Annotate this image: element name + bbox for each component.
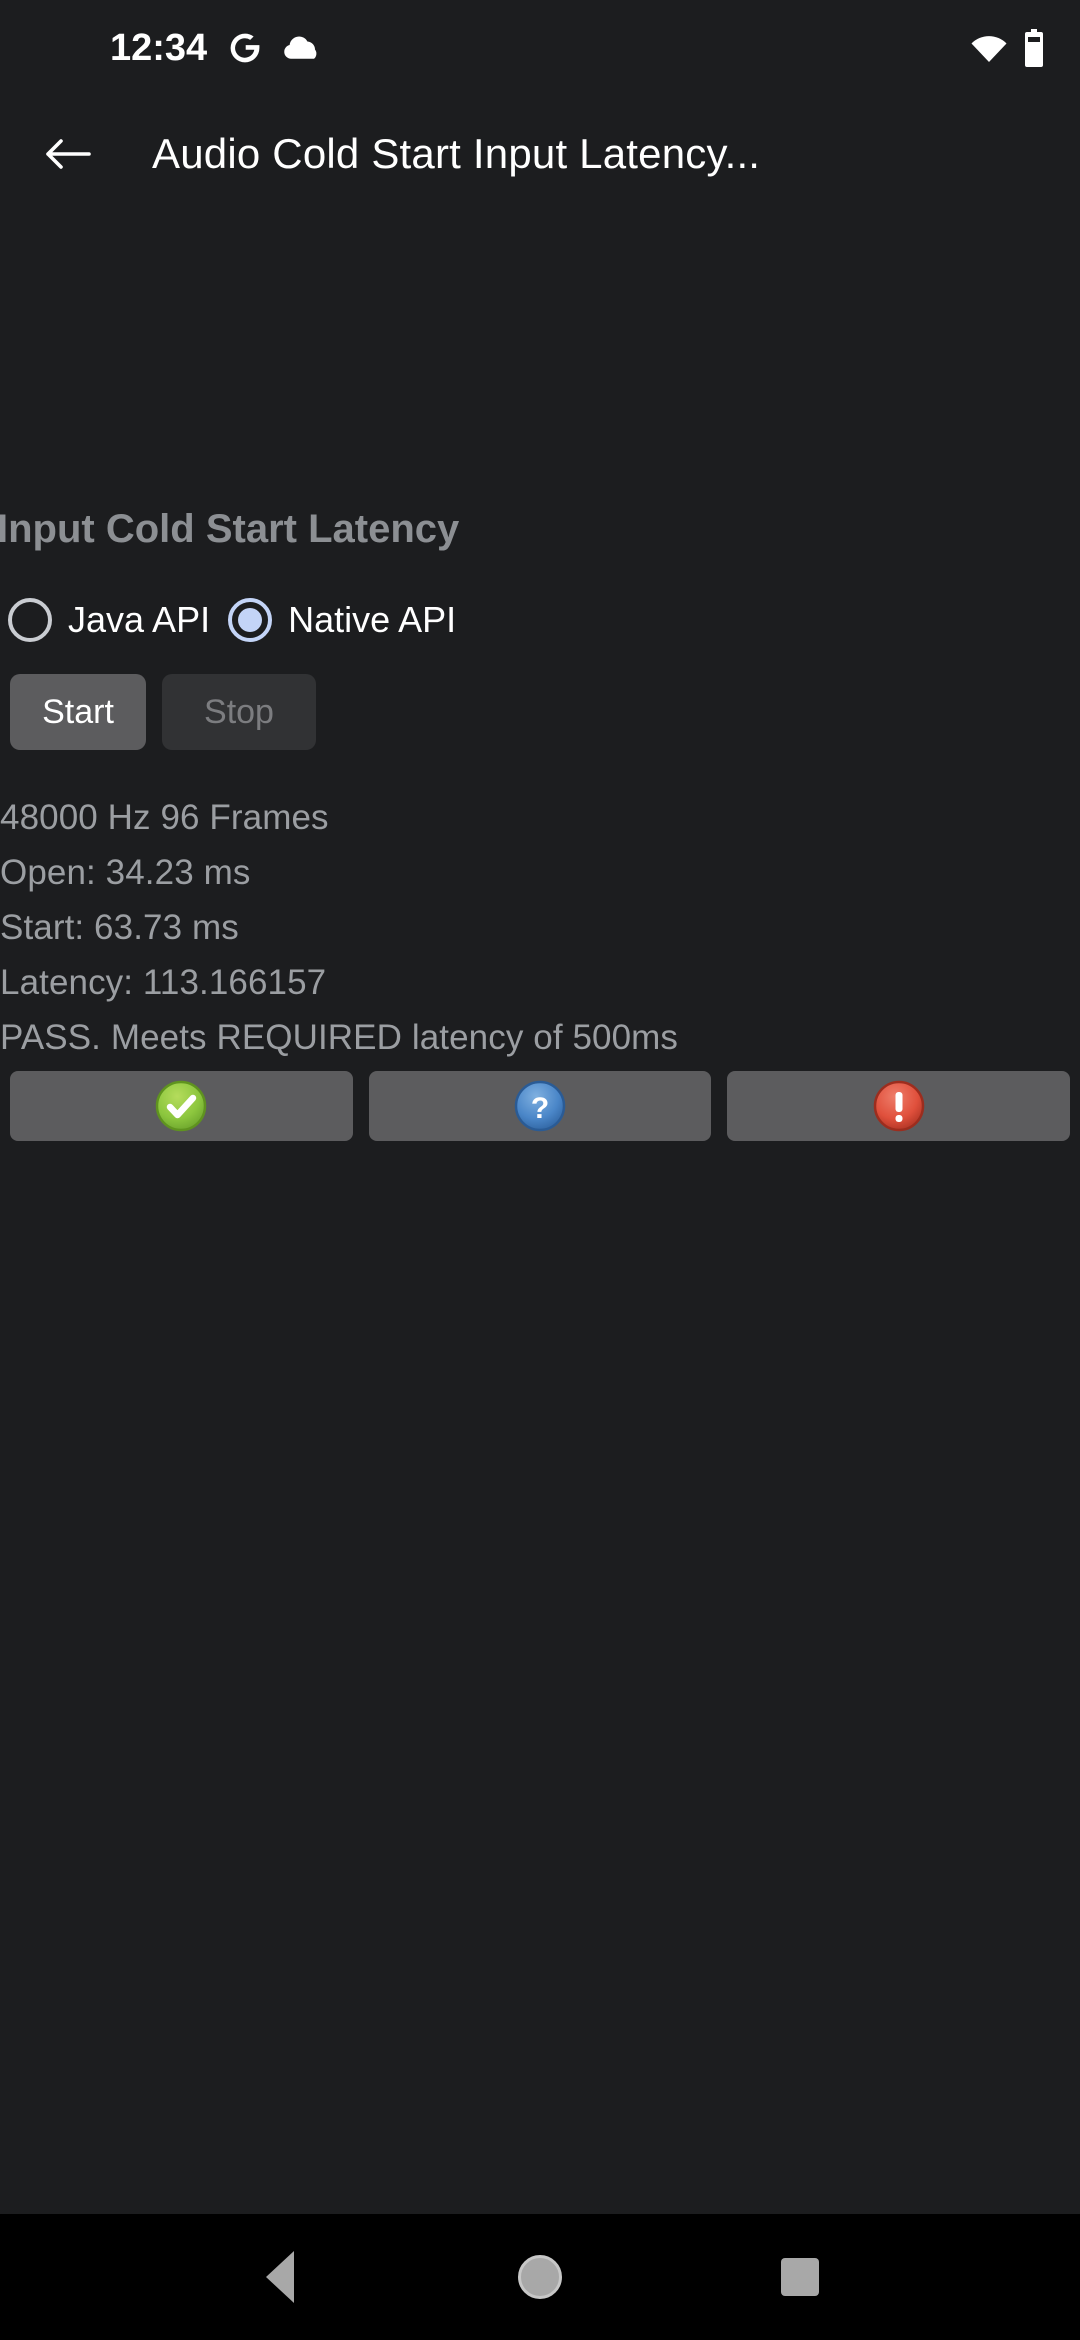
nav-back-icon [266,2251,294,2303]
nav-recents-button[interactable] [740,2227,860,2327]
mark-pass-button[interactable] [10,1071,353,1141]
api-radio-group: Java API Native API [8,589,456,651]
radio-circle-unchecked-icon [8,598,52,642]
start-button[interactable]: Start [10,674,146,750]
result-line-start-time: Start: 63.73 ms [0,908,239,947]
result-line-verdict: PASS. Meets REQUIRED latency of 500ms [0,1018,679,1057]
fail-exclaim-icon [872,1079,926,1133]
system-navigation-bar [0,2214,1080,2340]
arrow-back-icon [45,134,91,174]
cloud-icon [283,33,323,63]
radio-circle-checked-icon [228,598,273,642]
wifi-icon [970,32,1008,64]
svg-text:?: ? [531,1092,549,1125]
radio-option-java-api[interactable]: Java API [8,598,210,642]
nav-back-button[interactable] [220,2227,340,2327]
status-bar: 12:34 [0,0,1080,96]
nav-home-icon [518,2255,562,2299]
status-clock: 12:34 [110,27,208,69]
result-line-latency: Latency: 113.166157 [0,963,327,1002]
mark-fail-button[interactable] [727,1071,1071,1141]
phone-screen: 12:34 Audio Cold Start Input Latency... … [0,0,1080,2340]
result-line-stream-config: 48000 Hz 96 Frames [0,798,329,837]
nav-home-button[interactable] [480,2227,600,2327]
verdict-button-row: ? [10,1071,1071,1141]
results-text-block: 48000 Hz 96 Frames Open: 34.23 ms Start:… [0,790,678,1065]
transport-controls: Start Stop [10,674,316,750]
main-content: Input Cold Start Latency Java API Native… [0,212,1080,2214]
radio-option-native-api[interactable]: Native API [228,598,456,642]
back-button[interactable] [30,116,106,192]
section-heading: Input Cold Start Latency [0,507,460,551]
mark-unknown-button[interactable]: ? [368,1071,712,1141]
nav-recents-icon [781,2258,819,2296]
status-bar-right [970,29,1046,67]
app-bar: Audio Cold Start Input Latency... [0,96,1080,212]
stop-button: Stop [162,674,316,750]
pass-check-icon [154,1079,208,1133]
radio-label-java-api: Java API [68,599,211,640]
radio-label-native-api: Native API [288,599,457,640]
google-icon [227,30,263,66]
status-bar-left: 12:34 [0,29,323,67]
result-line-open-time: Open: 34.23 ms [0,853,251,892]
info-question-icon: ? [513,1079,567,1133]
page-title: Audio Cold Start Input Latency... [152,130,761,177]
battery-icon [1022,29,1046,67]
